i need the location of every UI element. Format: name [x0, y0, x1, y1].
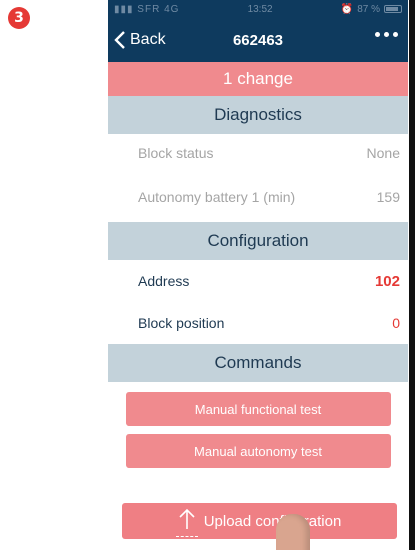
upload-arrow-icon [175, 508, 198, 537]
upload-label: Upload configuration [203, 512, 342, 530]
block-position-value[interactable]: 0 [392, 315, 400, 331]
diagnostics-row-block-status: Block status None [108, 134, 408, 172]
signal-indicator: ▮▮▮ SFR 4G [114, 4, 179, 15]
row-label: Block status [138, 145, 214, 161]
signal-icon: ▮▮▮ [114, 3, 134, 15]
configuration-header: Configuration [108, 222, 408, 260]
manual-functional-test-button[interactable]: Manual functional test [125, 392, 391, 426]
dot-icon [375, 32, 380, 37]
upload-configuration-button[interactable]: Upload configuration [122, 503, 397, 539]
manual-autonomy-test-button[interactable]: Manual autonomy test [125, 434, 391, 468]
pointing-finger-icon [276, 514, 310, 550]
row-value: None [366, 145, 400, 161]
dot-icon [384, 32, 389, 37]
diagnostics-header: Diagnostics [108, 96, 408, 134]
navigation-bar: Back 662463 [108, 18, 408, 62]
phone-frame-edge [409, 0, 415, 550]
back-label: Back [130, 31, 166, 48]
commands-header: Commands [108, 344, 408, 382]
network-label: 4G [164, 3, 180, 15]
back-button[interactable]: Back [108, 31, 166, 49]
status-bar: ▮▮▮ SFR 4G 13:52 ⏰ 87 % [108, 0, 408, 18]
clock: 13:52 [247, 3, 273, 15]
row-value: 159 [376, 189, 400, 205]
alarm-icon: ⏰ [340, 3, 354, 15]
step-number-badge: 3 [8, 7, 30, 29]
config-row-block-position[interactable]: Block position 0 [108, 302, 408, 344]
row-label: Block position [138, 315, 225, 331]
row-label: Autonomy battery 1 (min) [138, 189, 296, 205]
diagnostics-row-autonomy-battery: Autonomy battery 1 (min) 159 [108, 172, 408, 222]
pending-changes-banner: 1 change [108, 62, 408, 96]
more-options-button[interactable] [375, 32, 398, 37]
battery-icon [383, 5, 402, 13]
chevron-left-icon [114, 31, 125, 49]
config-row-address[interactable]: Address 102 [108, 260, 408, 302]
row-label: Address [138, 273, 190, 289]
carrier-label: SFR [137, 3, 161, 15]
phone-screen: ▮▮▮ SFR 4G 13:52 ⏰ 87 % Back 662463 1 ch… [108, 0, 415, 550]
dot-icon [393, 32, 398, 37]
battery-percent: 87 % [357, 3, 380, 15]
address-value[interactable]: 102 [375, 273, 400, 290]
battery-indicator: ⏰ 87 % [341, 4, 402, 15]
